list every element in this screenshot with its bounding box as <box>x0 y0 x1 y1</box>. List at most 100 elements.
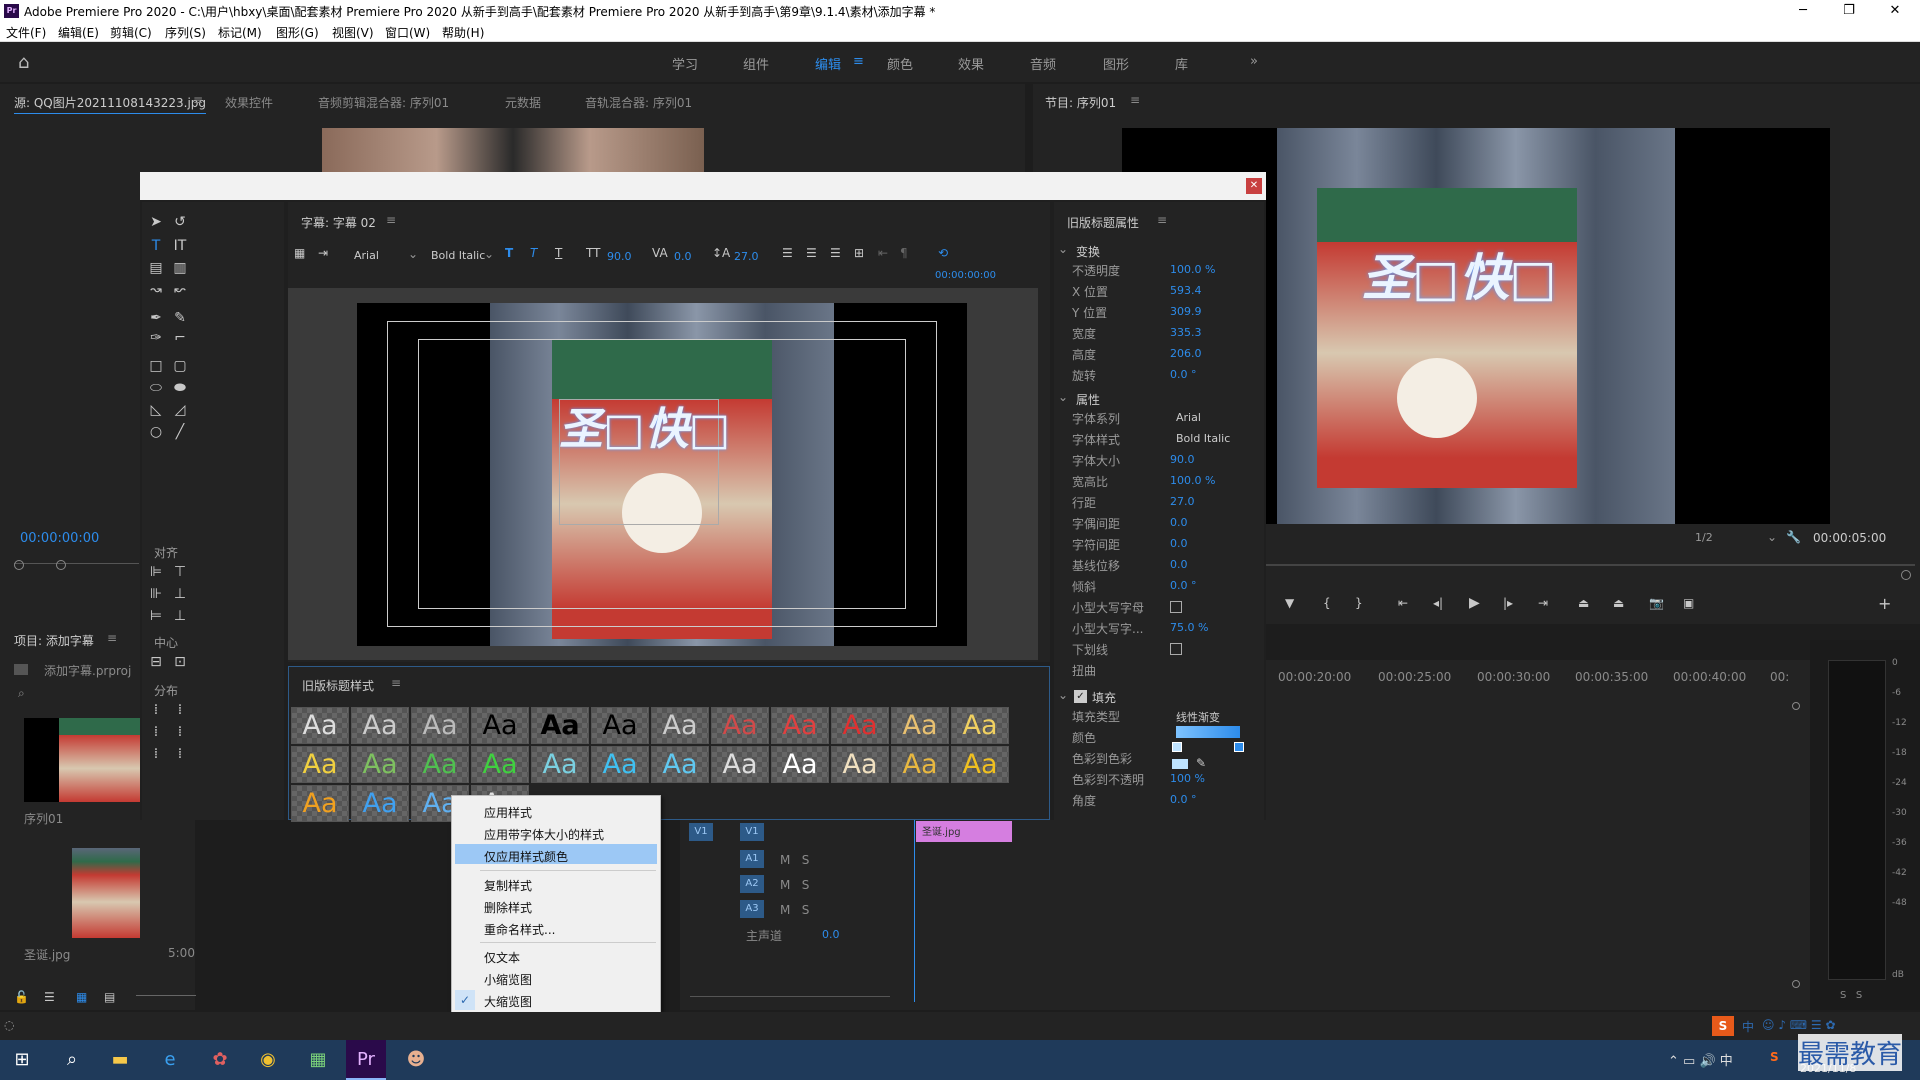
button-editor-icon[interactable]: + <box>1878 594 1891 613</box>
rectangle-tool-icon[interactable]: □ <box>148 358 164 374</box>
align-center-v-icon[interactable]: ⊥ <box>172 586 188 602</box>
workspace-assembly[interactable]: 组件 <box>743 54 769 73</box>
home-icon[interactable]: ⌂ <box>18 52 29 73</box>
workspace-libraries[interactable]: 库 <box>1175 54 1188 73</box>
go-to-out-icon[interactable]: ⇥ <box>1538 596 1548 610</box>
attr-value-6[interactable]: 0.0 <box>1170 537 1188 550</box>
program-menu-icon[interactable]: ≡ <box>1130 93 1140 107</box>
font-size-value[interactable]: 90.0 <box>607 250 632 263</box>
style-swatch[interactable]: Aa <box>651 746 709 783</box>
gradient-ramp[interactable] <box>1176 726 1240 738</box>
ctx-rename-style[interactable]: 重命名样式... <box>484 921 555 938</box>
project-item-sequence[interactable]: 序列01 <box>24 810 63 827</box>
mute-a2[interactable]: M S <box>780 878 809 892</box>
list-view-icon[interactable]: ☰ <box>44 990 55 1004</box>
ellipse-tool-icon[interactable]: ○ <box>148 424 164 440</box>
italic-icon[interactable]: T <box>530 246 537 260</box>
leading-value[interactable]: 27.0 <box>734 250 759 263</box>
attr-value-2[interactable]: 90.0 <box>1170 453 1195 466</box>
attr-value-10[interactable]: 75.0 % <box>1170 621 1208 634</box>
title-styles-title[interactable]: 旧版标题样式 <box>302 677 374 694</box>
style-swatch[interactable]: Aa <box>951 746 1009 783</box>
style-swatch[interactable]: Aa <box>351 746 409 783</box>
program-zoom-arrow-icon[interactable]: ⌄ <box>1767 530 1777 544</box>
align-right-text-icon[interactable]: ☰ <box>830 246 841 260</box>
align-center-h-icon[interactable]: ⊪ <box>148 586 164 602</box>
lock-icon[interactable]: 🔓 <box>14 990 29 1004</box>
media-app-icon[interactable]: ▦ <box>298 1040 338 1080</box>
eyedropper-icon[interactable]: ✎ <box>1196 756 1206 770</box>
pen-tool-icon[interactable]: ✒ <box>148 310 164 326</box>
style-swatch[interactable]: Aa <box>891 707 949 744</box>
distribute-1-icon[interactable]: ⁞ <box>148 702 164 718</box>
vertical-type-tool-icon[interactable]: IT <box>172 238 188 254</box>
center-vertical-icon[interactable]: ⊡ <box>172 654 188 670</box>
ctx-apply-style[interactable]: 应用样式 <box>484 804 532 821</box>
font-style-select[interactable]: Bold Italic <box>431 249 485 262</box>
search-icon[interactable]: ⌕ <box>52 1040 92 1080</box>
show-background-video-icon[interactable]: ⟲ <box>938 246 948 260</box>
fill-value-4[interactable]: 0.0 ° <box>1170 793 1197 806</box>
style-swatch[interactable]: Aa <box>411 746 469 783</box>
vertical-area-type-tool-icon[interactable]: ▥ <box>172 260 188 276</box>
titler-close-button[interactable]: ✕ <box>1246 178 1262 194</box>
vertical-path-type-tool-icon[interactable]: ↜ <box>172 282 188 298</box>
arc-tool-icon[interactable]: ◿ <box>172 402 188 418</box>
center-horizontal-icon[interactable]: ⊟ <box>148 654 164 670</box>
tab-metadata[interactable]: 元数据 <box>505 94 541 111</box>
transform-expand-icon[interactable]: ⌄ <box>1058 242 1068 256</box>
font-style-arrow-icon[interactable]: ⌄ <box>484 247 494 261</box>
transform-value-0[interactable]: 100.0 % <box>1170 263 1215 276</box>
track-target-v1[interactable]: V1 <box>689 823 713 841</box>
style-swatch[interactable]: Aa <box>891 746 949 783</box>
titler-title[interactable]: 字幕: 字幕 02 <box>301 214 376 231</box>
icon-view-icon[interactable]: ▦ <box>76 990 87 1004</box>
fill-value-3[interactable]: 100 % <box>1170 772 1205 785</box>
properties-title[interactable]: 旧版标题属性 <box>1067 214 1139 231</box>
step-back-icon[interactable]: ◂| <box>1433 596 1443 610</box>
ctx-apply-style-with-size[interactable]: 应用带字体大小的样式 <box>484 826 604 843</box>
style-swatch[interactable]: Aa <box>711 746 769 783</box>
menu-marker[interactable]: 标记(M) <box>218 24 262 41</box>
convert-anchor-tool-icon[interactable]: ⌐ <box>172 330 188 346</box>
timeline-hscroll[interactable] <box>690 996 890 997</box>
project-item-image[interactable]: 圣诞.jpg <box>24 946 70 963</box>
menu-help[interactable]: 帮助(H) <box>442 24 484 41</box>
attributes-expand-icon[interactable]: ⌄ <box>1058 390 1068 404</box>
play-icon[interactable]: ▶ <box>1469 595 1480 611</box>
attr-value-7[interactable]: 0.0 <box>1170 558 1188 571</box>
type-tool-icon[interactable]: T <box>148 238 164 254</box>
properties-menu-icon[interactable]: ≡ <box>1157 213 1167 227</box>
menu-edit[interactable]: 编辑(E) <box>58 24 99 41</box>
titler-timecode[interactable]: 00:00:00:00 <box>935 270 996 281</box>
project-search-icon[interactable]: ⌕ <box>18 686 25 701</box>
style-swatch[interactable]: Aa <box>471 746 529 783</box>
style-swatch[interactable]: Aa <box>351 707 409 744</box>
wedge-tool-icon[interactable]: ◺ <box>148 402 164 418</box>
transform-value-4[interactable]: 206.0 <box>1170 347 1202 360</box>
ctx-delete-style[interactable]: 删除样式 <box>484 899 532 916</box>
tab-effect-controls[interactable]: 效果控件 <box>225 94 273 111</box>
comparison-view-icon[interactable]: ▣ <box>1683 596 1694 610</box>
style-swatch[interactable]: Aa <box>651 707 709 744</box>
titler-menu-icon[interactable]: ≡ <box>386 213 396 227</box>
selection-tool-icon[interactable]: ➤ <box>148 214 164 230</box>
transform-value-2[interactable]: 309.9 <box>1170 305 1202 318</box>
chrome-icon[interactable]: ◉ <box>248 1040 288 1080</box>
track-v1[interactable]: V1 <box>740 823 764 841</box>
source-zoom-handle-left[interactable] <box>14 560 24 570</box>
clipped-corner-tool-icon[interactable]: ⬭ <box>148 380 164 396</box>
restore-button[interactable]: ❐ <box>1826 0 1872 22</box>
add-anchor-tool-icon[interactable]: ✑ <box>148 330 164 346</box>
fill-expand-icon[interactable]: ⌄ <box>1058 688 1068 702</box>
mute-a3[interactable]: M S <box>780 903 809 917</box>
user-app-icon[interactable]: ☻ <box>396 1040 436 1080</box>
timeline-clip[interactable]: 圣诞.jpg <box>916 821 1012 842</box>
transform-value-5[interactable]: 0.0 ° <box>1170 368 1197 381</box>
workspace-color[interactable]: 颜色 <box>887 54 913 73</box>
style-swatch[interactable]: Aa <box>951 707 1009 744</box>
master-track-value[interactable]: 0.0 <box>822 928 840 941</box>
source-timecode[interactable]: 00:00:00:00 <box>20 531 99 546</box>
style-swatch[interactable]: Aa <box>591 746 649 783</box>
style-swatch[interactable]: Aa <box>531 707 589 744</box>
